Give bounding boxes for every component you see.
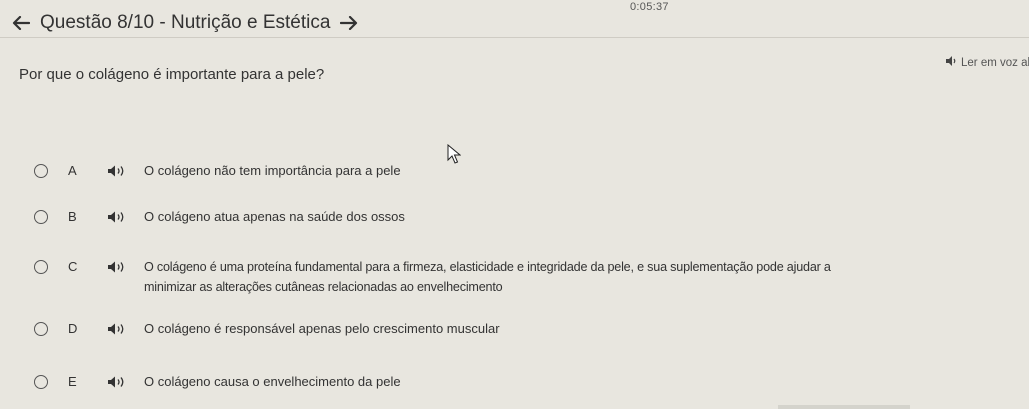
speaker-icon[interactable] <box>108 207 130 227</box>
option-letter: D <box>68 321 78 336</box>
speaker-icon[interactable] <box>108 161 130 181</box>
page-title: Questão 8/10 - Nutrição e Estética <box>40 12 331 33</box>
read-aloud-button[interactable]: Ler em voz alta <box>946 56 1029 69</box>
option-letter: B <box>68 209 77 224</box>
option-text: O colágeno atua apenas na saúde dos osso… <box>144 209 405 224</box>
read-aloud-label: Ler em voz alta <box>961 56 1029 69</box>
radio-button[interactable] <box>34 260 48 274</box>
speaker-icon[interactable] <box>108 372 130 392</box>
speaker-icon <box>946 56 958 69</box>
option-text: O colágeno causa o envelhecimento da pel… <box>144 374 401 389</box>
option-text: O colágeno não tem importância para a pe… <box>144 163 401 178</box>
option-text: O colágeno é responsável apenas pelo cre… <box>144 321 500 336</box>
mouse-pointer-icon <box>447 143 462 164</box>
header: Questão 8/10 - Nutrição e Estética <box>10 10 360 36</box>
option-text: O colágeno é uma proteína fundamental pa… <box>144 260 831 294</box>
option-d[interactable]: D O colágeno é responsável apenas pelo c… <box>34 319 500 339</box>
radio-button[interactable] <box>34 164 48 178</box>
timer: 0:05:37 <box>630 1 669 13</box>
radio-button[interactable] <box>34 210 48 224</box>
option-a[interactable]: A O colágeno não tem importância para a … <box>34 161 401 181</box>
question-text: Por que o colágeno é importante para a p… <box>19 66 325 83</box>
arrow-right-icon[interactable] <box>338 12 360 34</box>
bottom-bar <box>778 405 910 409</box>
radio-button[interactable] <box>34 322 48 336</box>
option-b[interactable]: B O colágeno atua apenas na saúde dos os… <box>34 207 405 227</box>
radio-button[interactable] <box>34 375 48 389</box>
option-e[interactable]: E O colágeno causa o envelhecimento da p… <box>34 372 401 392</box>
speaker-icon[interactable] <box>108 319 130 339</box>
option-c[interactable]: C O colágeno é uma proteína fundamental … <box>34 257 880 297</box>
arrow-left-icon[interactable] <box>10 12 32 34</box>
header-divider <box>0 37 1029 38</box>
option-letter: E <box>68 374 77 389</box>
speaker-icon[interactable] <box>108 257 130 277</box>
option-letter: A <box>68 163 77 178</box>
option-letter: C <box>68 259 78 274</box>
